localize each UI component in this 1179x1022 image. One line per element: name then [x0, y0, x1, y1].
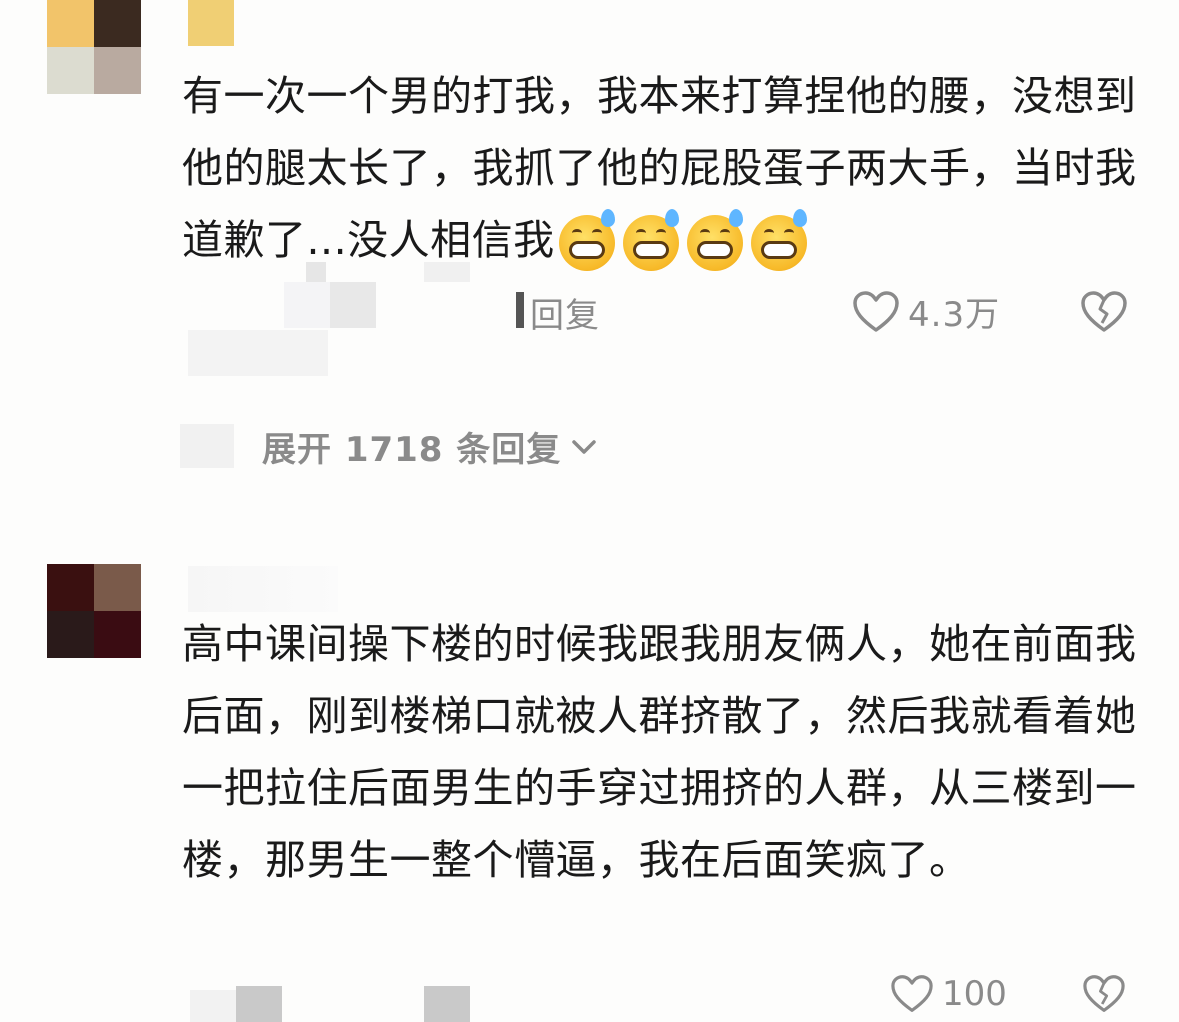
username-censored[interactable]	[188, 566, 338, 612]
avatar-pixel	[94, 47, 141, 94]
comment-text: 高中课间操下楼的时候我跟我朋友俩人，她在前面我后面，刚到楼梯口就被人群挤散了，然…	[182, 620, 1137, 884]
expand-replies-label: 展开 1718 条回复	[262, 430, 562, 470]
meta-censored	[190, 990, 236, 1022]
grimacing-sweat-emoji-icon	[622, 209, 679, 271]
grimacing-sweat-emoji-icon	[686, 209, 743, 271]
grimacing-sweat-emoji-icon	[750, 209, 807, 271]
avatar-pixel	[94, 564, 141, 611]
avatar[interactable]	[47, 0, 141, 94]
avatar-pixel	[47, 611, 94, 658]
avatar-pixel	[47, 564, 94, 611]
expand-divider	[180, 424, 234, 468]
meta-censored	[284, 282, 330, 328]
broken-heart-icon[interactable]	[1082, 974, 1126, 1014]
like-button[interactable]: 100	[890, 974, 1007, 1014]
reply-bar	[516, 292, 524, 328]
like-count: 4.3万	[908, 295, 1001, 335]
comment-item: 有一次一个男的打我，我本来打算捏他的腰，没想到他的腿太长了，我抓了他的屁股蛋子两…	[0, 0, 1179, 520]
reply-button[interactable]: 回复	[530, 288, 600, 337]
emoji-group	[558, 209, 807, 271]
comment-item: 高中课间操下楼的时候我跟我朋友俩人，她在前面我后面，刚到楼梯口就被人群挤散了，然…	[0, 560, 1179, 1022]
like-button[interactable]: 4.3万	[852, 287, 1000, 336]
avatar-pixel	[94, 0, 141, 47]
avatar-pixel	[94, 611, 141, 658]
meta-censored	[188, 330, 328, 376]
chevron-down-icon	[572, 439, 597, 454]
grimacing-sweat-emoji-icon	[558, 209, 615, 271]
comment-text: 有一次一个男的打我，我本来打算捏他的腰，没想到他的腿太长了，我抓了他的屁股蛋子两…	[182, 60, 1142, 276]
meta-censored	[424, 986, 470, 1022]
meta-censored	[306, 262, 326, 282]
broken-heart-icon[interactable]	[1080, 290, 1128, 334]
avatar-pixel	[47, 0, 94, 47]
like-count: 100	[942, 974, 1007, 1014]
avatar[interactable]	[47, 564, 141, 658]
heart-outline-icon	[891, 975, 933, 1012]
heart-outline-icon	[853, 290, 899, 332]
expand-replies-button[interactable]: 展开 1718 条回复	[262, 422, 597, 471]
meta-censored	[236, 986, 282, 1022]
meta-censored	[424, 262, 470, 282]
avatar-pixel	[47, 47, 94, 94]
username-censored[interactable]	[188, 0, 234, 46]
meta-censored	[330, 282, 376, 328]
